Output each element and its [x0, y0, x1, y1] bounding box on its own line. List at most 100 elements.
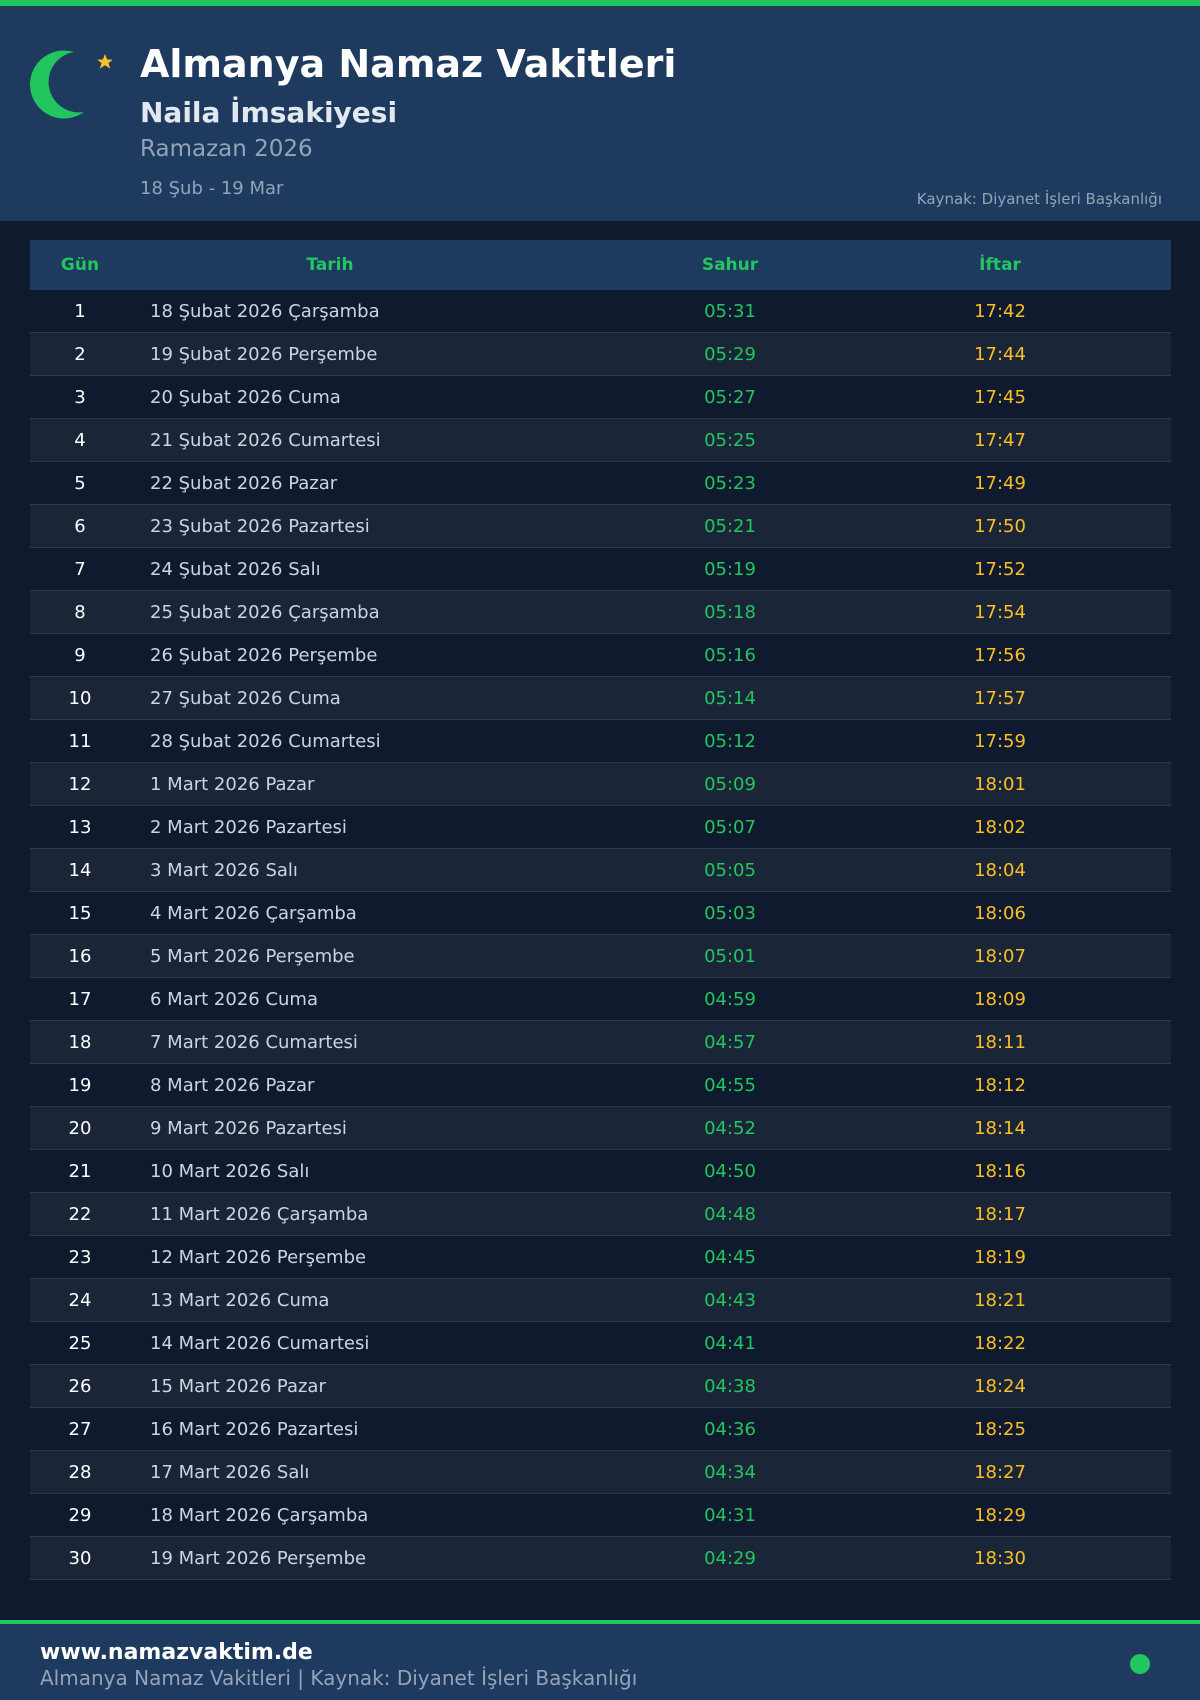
date-cell: 21 Şubat 2026 Cumartesi — [150, 429, 381, 451]
date-cell: 7 Mart 2026 Cumartesi — [150, 1031, 358, 1053]
table-row: 12 1 Mart 2026 Pazar 05:09 18:01 — [30, 763, 1171, 806]
footer-text: Almanya Namaz Vakitleri | Kaynak: Diyane… — [40, 1666, 638, 1690]
date-cell: 1 Mart 2026 Pazar — [150, 773, 315, 795]
sahur-time: 04:48 — [704, 1203, 756, 1225]
table-row: 14 3 Mart 2026 Salı 05:05 18:04 — [30, 849, 1171, 892]
iftar-time: 17:57 — [974, 687, 1026, 709]
day-number: 7 — [74, 558, 86, 580]
iftar-time: 18:14 — [974, 1117, 1026, 1139]
date-cell: 16 Mart 2026 Pazartesi — [150, 1418, 359, 1440]
sahur-time: 05:12 — [704, 730, 756, 752]
table-row: 24 13 Mart 2026 Cuma 04:43 18:21 — [30, 1279, 1171, 1322]
iftar-time: 18:16 — [974, 1160, 1026, 1182]
table-row: 10 27 Şubat 2026 Cuma 05:14 17:57 — [30, 677, 1171, 720]
sahur-time: 05:05 — [704, 859, 756, 881]
iftar-time: 18:19 — [974, 1246, 1026, 1268]
iftar-time: 18:01 — [974, 773, 1026, 795]
day-number: 28 — [68, 1461, 92, 1483]
table-row: 29 18 Mart 2026 Çarşamba 04:31 18:29 — [30, 1494, 1171, 1537]
date-cell: 19 Şubat 2026 Perşembe — [150, 343, 378, 365]
iftar-time: 17:45 — [974, 386, 1026, 408]
day-number: 30 — [68, 1547, 92, 1569]
day-number: 1 — [74, 300, 86, 322]
table-row: 17 6 Mart 2026 Cuma 04:59 18:09 — [30, 978, 1171, 1021]
sahur-time: 05:14 — [704, 687, 756, 709]
date-cell: 24 Şubat 2026 Salı — [150, 558, 321, 580]
date-cell: 11 Mart 2026 Çarşamba — [150, 1203, 369, 1225]
table-row: 30 19 Mart 2026 Perşembe 04:29 18:30 — [30, 1537, 1171, 1580]
date-cell: 12 Mart 2026 Perşembe — [150, 1246, 367, 1268]
iftar-time: 17:44 — [974, 343, 1026, 365]
sahur-time: 04:59 — [704, 988, 756, 1010]
table-row: 15 4 Mart 2026 Çarşamba 05:03 18:06 — [30, 892, 1171, 935]
day-number: 12 — [68, 773, 92, 795]
date-cell: 3 Mart 2026 Salı — [150, 859, 298, 881]
date-cell: 17 Mart 2026 Salı — [150, 1461, 310, 1483]
date-cell: 23 Şubat 2026 Pazartesi — [150, 515, 370, 537]
page-header: Almanya Namaz Vakitleri Naila İmsakiyesi… — [0, 6, 1200, 221]
table-row: 4 21 Şubat 2026 Cumartesi 05:25 17:47 — [30, 419, 1171, 462]
column-header-tarih: Tarih — [306, 255, 354, 275]
sahur-time: 05:31 — [704, 300, 756, 322]
table-body: 1 18 Şubat 2026 Çarşamba 05:31 17:42 2 19 Şub… — [30, 290, 1171, 1580]
iftar-time: 18:09 — [974, 988, 1026, 1010]
day-number: 9 — [74, 644, 86, 666]
iftar-time: 18:02 — [974, 816, 1026, 838]
crescent-star-icon — [30, 50, 112, 119]
date-cell: 6 Mart 2026 Cuma — [150, 988, 318, 1010]
table-row: 1 18 Şubat 2026 Çarşamba 05:31 17:42 — [30, 290, 1171, 333]
day-number: 15 — [68, 902, 92, 924]
table-header: Gün Tarih Sahur İftar — [30, 240, 1171, 290]
sahur-time: 05:19 — [704, 558, 756, 580]
table-row: 25 14 Mart 2026 Cumartesi 04:41 18:22 — [30, 1322, 1171, 1365]
table-row: 13 2 Mart 2026 Pazartesi 05:07 18:02 — [30, 806, 1171, 849]
sahur-time: 05:16 — [704, 644, 756, 666]
column-header-iftar: İftar — [979, 255, 1021, 275]
sahur-time: 04:34 — [704, 1461, 756, 1483]
date-cell: 8 Mart 2026 Pazar — [150, 1074, 315, 1096]
sahur-time: 04:43 — [704, 1289, 756, 1311]
iftar-time: 18:11 — [974, 1031, 1026, 1053]
sahur-time: 05:09 — [704, 773, 756, 795]
page-footer: www.namazvaktim.de Almanya Namaz Vakitle… — [0, 1624, 1200, 1700]
page-subtitle: Naila İmsakiyesi — [140, 96, 398, 129]
sahur-time: 04:38 — [704, 1375, 756, 1397]
date-cell: 9 Mart 2026 Pazartesi — [150, 1117, 347, 1139]
sahur-time: 05:29 — [704, 343, 756, 365]
day-number: 14 — [68, 859, 92, 881]
date-cell: 18 Mart 2026 Çarşamba — [150, 1504, 369, 1526]
table-row: 18 7 Mart 2026 Cumartesi 04:57 18:11 — [30, 1021, 1171, 1064]
date-cell: 10 Mart 2026 Salı — [150, 1160, 310, 1182]
table-row: 3 20 Şubat 2026 Cuma 05:27 17:45 — [30, 376, 1171, 419]
iftar-time: 18:27 — [974, 1461, 1026, 1483]
iftar-time: 17:42 — [974, 300, 1026, 322]
date-cell: 28 Şubat 2026 Cumartesi — [150, 730, 381, 752]
sahur-time: 05:07 — [704, 816, 756, 838]
date-cell: 27 Şubat 2026 Cuma — [150, 687, 341, 709]
sahur-time: 04:52 — [704, 1117, 756, 1139]
footer-site-link[interactable]: www.namazvaktim.de — [40, 1640, 313, 1665]
table-row: 7 24 Şubat 2026 Salı 05:19 17:52 — [30, 548, 1171, 591]
day-number: 16 — [68, 945, 92, 967]
day-number: 4 — [74, 429, 86, 451]
day-number: 18 — [68, 1031, 92, 1053]
iftar-time: 18:24 — [974, 1375, 1026, 1397]
date-cell: 26 Şubat 2026 Perşembe — [150, 644, 378, 666]
sahur-time: 04:50 — [704, 1160, 756, 1182]
date-cell: 2 Mart 2026 Pazartesi — [150, 816, 347, 838]
date-cell: 18 Şubat 2026 Çarşamba — [150, 300, 380, 322]
table-row: 21 10 Mart 2026 Salı 04:50 18:16 — [30, 1150, 1171, 1193]
day-number: 13 — [68, 816, 92, 838]
sahur-time: 05:18 — [704, 601, 756, 623]
sahur-time: 05:21 — [704, 515, 756, 537]
table-row: 27 16 Mart 2026 Pazartesi 04:36 18:25 — [30, 1408, 1171, 1451]
day-number: 25 — [68, 1332, 92, 1354]
table-row: 22 11 Mart 2026 Çarşamba 04:48 18:17 — [30, 1193, 1171, 1236]
sahur-time: 05:03 — [704, 902, 756, 924]
schedule-table: Gün Tarih Sahur İftar 1 18 Şubat 2026 Çar… — [30, 240, 1171, 1580]
day-number: 21 — [68, 1160, 92, 1182]
date-range: 18 Şub - 19 Mar — [140, 178, 284, 199]
day-number: 29 — [68, 1504, 92, 1526]
table-row: 16 5 Mart 2026 Perşembe 05:01 18:07 — [30, 935, 1171, 978]
iftar-time: 17:47 — [974, 429, 1026, 451]
